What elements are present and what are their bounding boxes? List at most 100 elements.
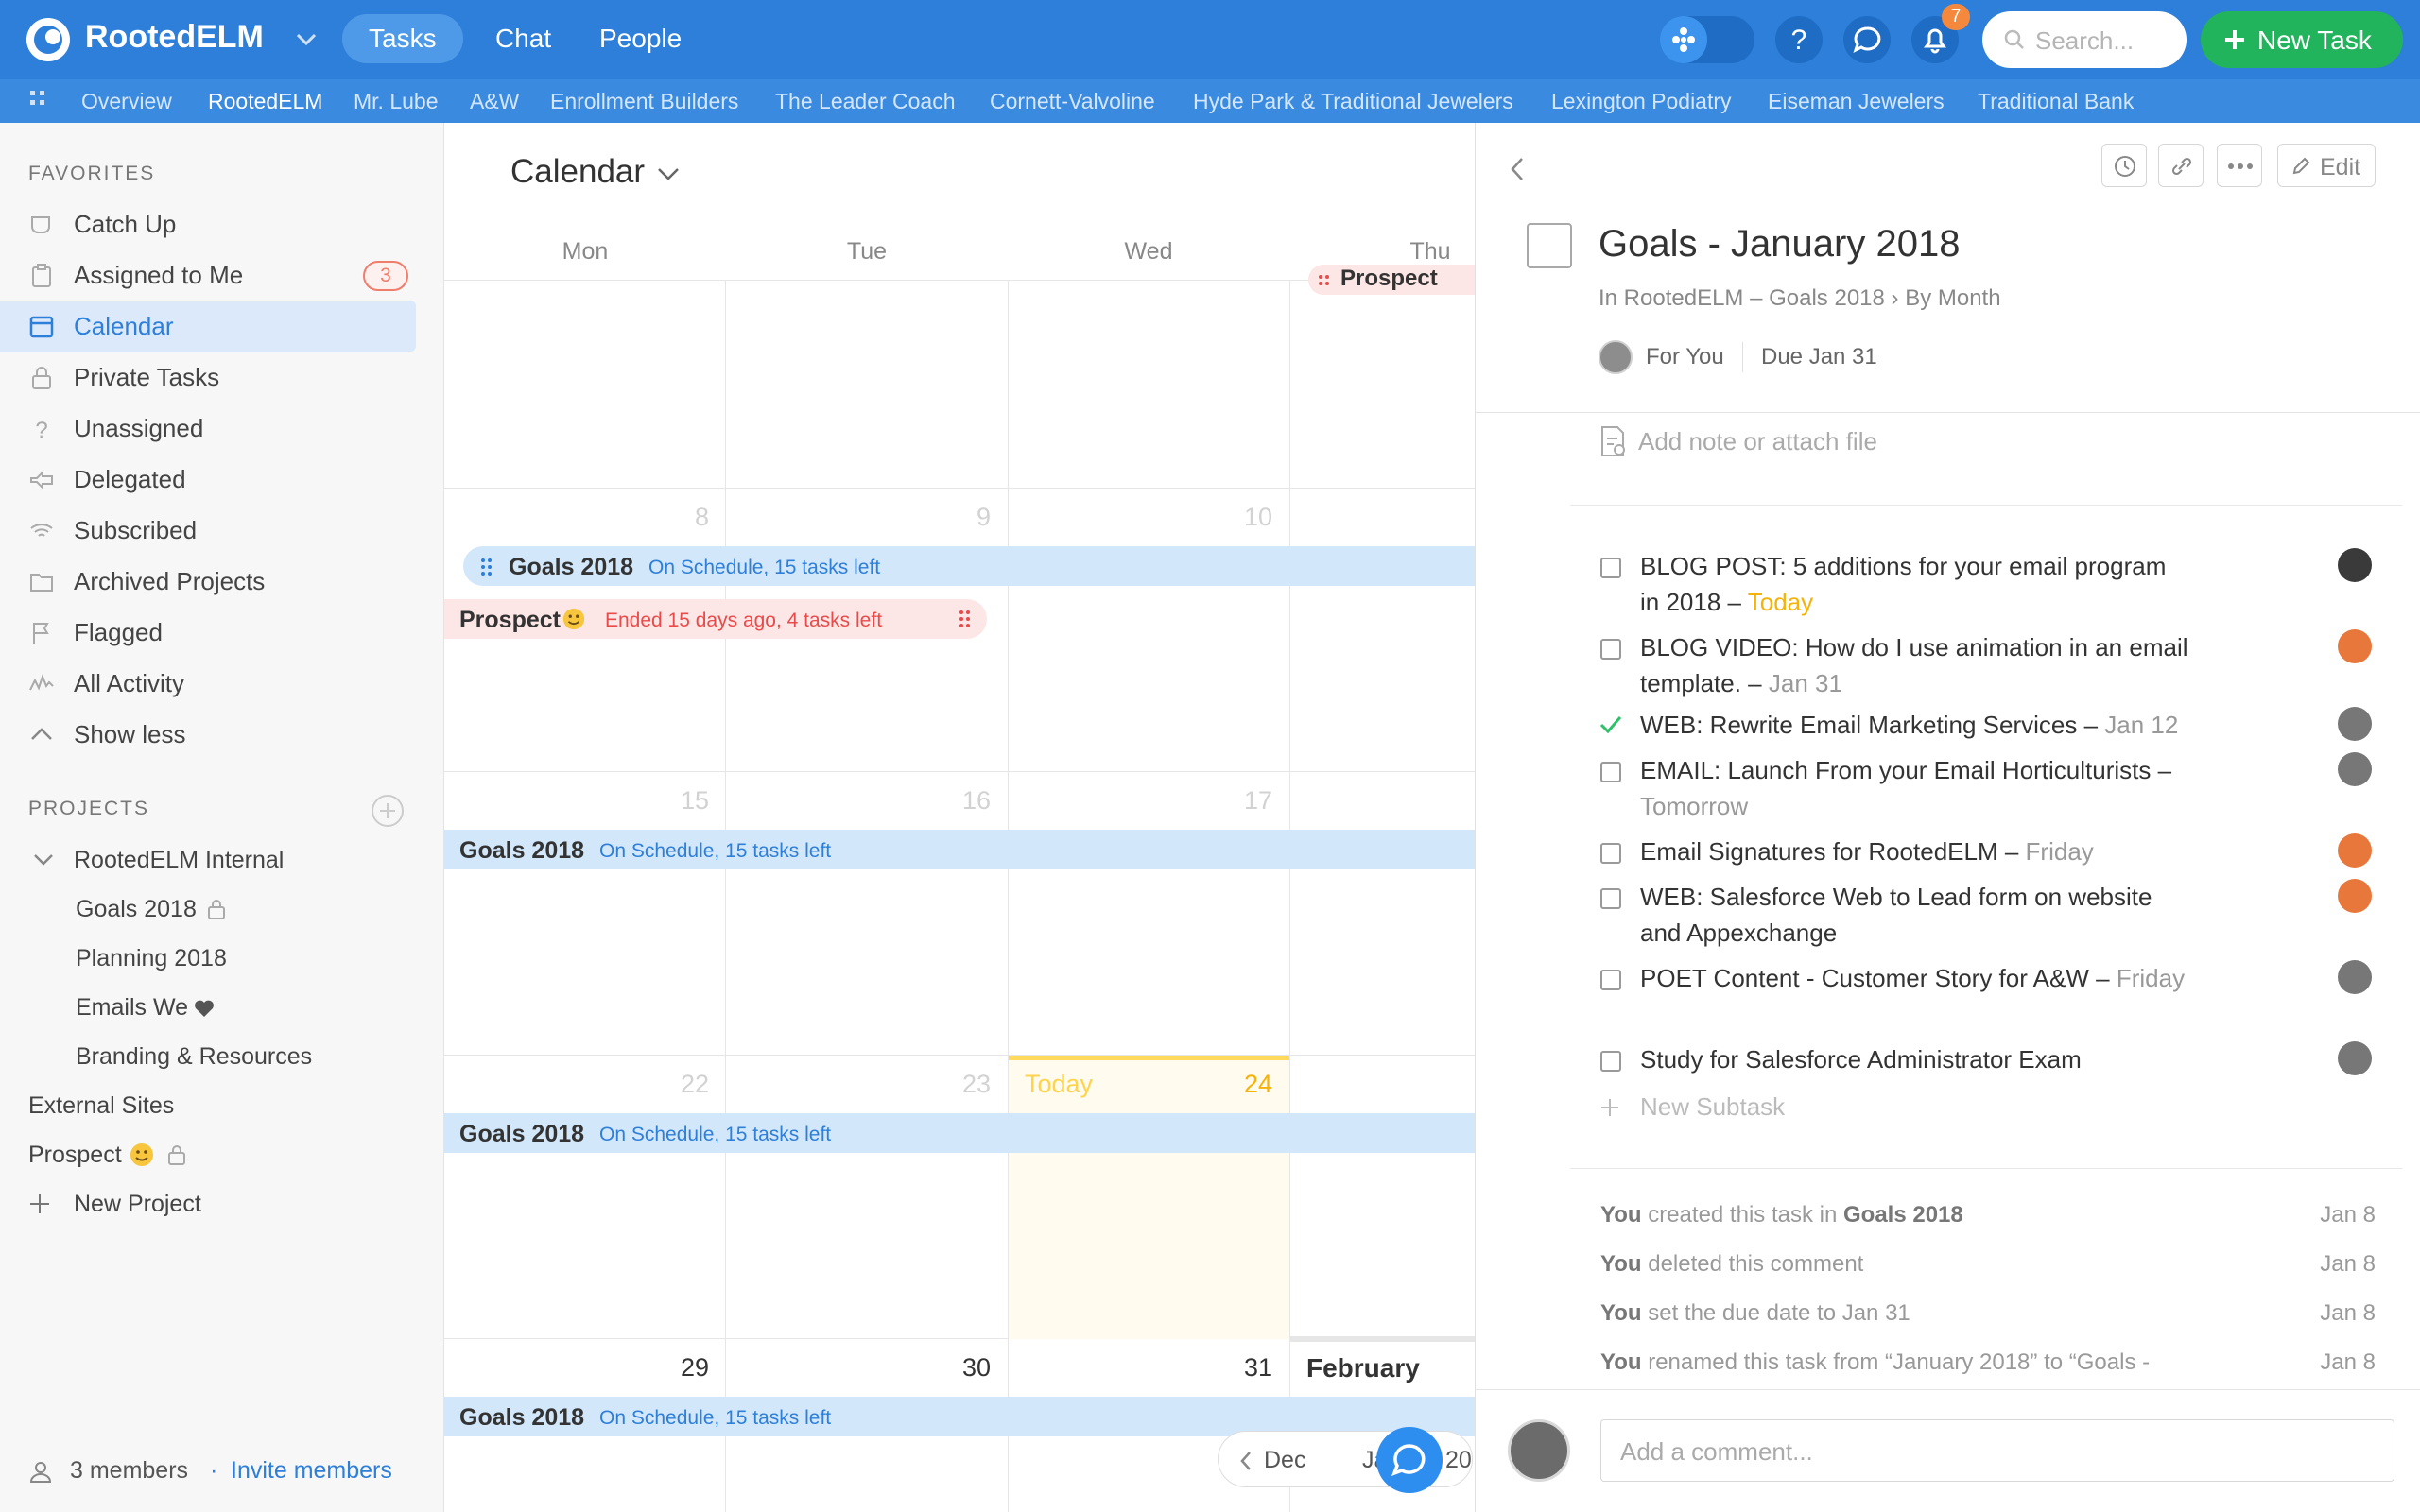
subtask-checkbox[interactable] [1600, 970, 1621, 990]
avatar[interactable] [1599, 340, 1633, 374]
project-tab-hyde-park[interactable]: Hyde Park & Traditional Jewelers [1193, 89, 1513, 114]
project-tab-mr-lube[interactable]: Mr. Lube [354, 89, 439, 114]
project-tab-rootedelm[interactable]: RootedELM [208, 89, 322, 114]
project-emails-we[interactable]: Emails We [76, 994, 188, 1022]
nav-tab-tasks[interactable]: Tasks [342, 14, 463, 63]
edit-button[interactable]: Edit [2277, 144, 2376, 187]
avatar[interactable] [2338, 548, 2372, 582]
day-number[interactable]: 17 [1197, 786, 1272, 816]
next-month-button[interactable]: 20 [1445, 1447, 1472, 1474]
chevron-left-icon[interactable] [1239, 1451, 1253, 1471]
activity-target[interactable]: Goals 2018 [1843, 1202, 1963, 1228]
day-number[interactable]: 23 [915, 1070, 991, 1099]
new-subtask-button[interactable]: New Subtask [1599, 1089, 1977, 1126]
subtask-checkbox[interactable] [1600, 888, 1621, 909]
avatar[interactable] [2338, 833, 2372, 868]
project-tab-aw[interactable]: A&W [470, 89, 519, 114]
project-group-rootedelm-internal[interactable]: RootedELM Internal [74, 847, 284, 874]
project-tab-overview[interactable]: Overview [81, 89, 172, 114]
chevron-down-icon[interactable] [656, 164, 681, 183]
back-chevron-icon[interactable] [1510, 157, 1525, 181]
invite-members-link[interactable]: Invite members [231, 1457, 392, 1485]
subtask-text[interactable]: BLOG POST: 5 additions for your email pr… [1640, 548, 2188, 620]
members-count[interactable]: 3 members [70, 1457, 188, 1485]
day-number[interactable]: 29 [633, 1353, 709, 1383]
sidebar-item-all-activity[interactable]: All Activity [0, 658, 416, 709]
project-tab-enrollment-builders[interactable]: Enrollment Builders [550, 89, 738, 114]
app-switcher-chevron-icon[interactable] [295, 30, 318, 49]
sidebar-item-delegated[interactable]: Delegated [0, 454, 416, 505]
avatar[interactable] [1508, 1419, 1570, 1482]
sidebar-item-calendar[interactable]: Calendar [0, 301, 416, 352]
subtask-checkbox[interactable] [1600, 1051, 1621, 1072]
more-options-button[interactable] [2217, 144, 2262, 187]
subtask-text[interactable]: WEB: Salesforce Web to Lead form on webs… [1640, 879, 2188, 951]
subtask-text[interactable]: Study for Salesforce Administrator Exam [1640, 1041, 2188, 1077]
avatar[interactable] [2338, 629, 2372, 663]
checkmark-icon[interactable] [1599, 714, 1623, 735]
sidebar-item-subscribed[interactable]: Subscribed [0, 505, 416, 556]
subtask-text[interactable]: BLOG VIDEO: How do I use animation in an… [1640, 629, 2188, 701]
sidebar-item-flagged[interactable]: Flagged [0, 607, 416, 658]
comment-input[interactable]: Add a comment... [1600, 1419, 2394, 1482]
new-project-button[interactable]: New Project [26, 1187, 272, 1225]
add-project-icon[interactable] [371, 794, 405, 828]
chat-bubble-icon[interactable] [1843, 16, 1891, 63]
day-number[interactable]: 9 [915, 503, 991, 532]
task-complete-checkbox[interactable] [1527, 223, 1572, 268]
history-button[interactable] [2101, 144, 2147, 187]
project-tab-cornett-valvoline[interactable]: Cornett-Valvoline [990, 89, 1155, 114]
day-number-today[interactable]: 24 [1197, 1070, 1272, 1099]
task-title[interactable]: Goals - January 2018 [1599, 223, 1960, 266]
day-number[interactable]: 22 [633, 1070, 709, 1099]
help-icon[interactable]: ? [1775, 16, 1823, 63]
goals-2018-event-bar[interactable]: Goals 2018 On Schedule, 15 tasks left [444, 1113, 1475, 1153]
project-tab-lexington-podiatry[interactable]: Lexington Podiatry [1551, 89, 1732, 114]
new-task-button[interactable]: New Task [2201, 11, 2403, 68]
app-logo-icon[interactable] [25, 16, 72, 63]
day-number[interactable]: 16 [915, 786, 991, 816]
project-tab-leader-coach[interactable]: The Leader Coach [775, 89, 956, 114]
copy-link-button[interactable] [2158, 144, 2204, 187]
sidebar-item-catch-up[interactable]: Catch Up [0, 198, 416, 249]
sidebar-item-private-tasks[interactable]: Private Tasks [0, 352, 416, 403]
project-goals-2018[interactable]: Goals 2018 [76, 896, 197, 923]
day-number[interactable]: 15 [633, 786, 709, 816]
goals-2018-event-bar[interactable]: Goals 2018 On Schedule, 15 tasks left [463, 546, 1475, 586]
project-branding-resources[interactable]: Branding & Resources [76, 1043, 312, 1071]
subtask-checkbox[interactable] [1600, 762, 1621, 782]
avatar[interactable] [2338, 960, 2372, 994]
prospect-event-chip[interactable]: Prospect [1308, 265, 1475, 295]
prospect-event-bar[interactable]: Prospect Ended 15 days ago, 4 tasks left [444, 599, 987, 639]
subtask-checkbox[interactable] [1600, 843, 1621, 864]
project-planning-2018[interactable]: Planning 2018 [76, 945, 227, 972]
day-number[interactable]: 10 [1197, 503, 1272, 532]
avatar[interactable] [2338, 752, 2372, 786]
subtask-checkbox[interactable] [1600, 639, 1621, 660]
breadcrumb[interactable]: In RootedELM – Goals 2018 › By Month [1599, 285, 2001, 312]
day-number[interactable]: 31 [1197, 1353, 1272, 1383]
nav-tab-people[interactable]: People [573, 14, 708, 63]
subtask-text[interactable]: Email Signatures for RootedELM – Friday [1640, 833, 2188, 869]
note-input[interactable]: Add note or attach file [1638, 427, 1877, 456]
search-input[interactable]: Search... [1982, 11, 2187, 68]
sidebar-item-assigned-to-me[interactable]: Assigned to Me 3 [0, 249, 416, 301]
calendar-title[interactable]: Calendar [510, 153, 645, 191]
subtask-text[interactable]: WEB: Rewrite Email Marketing Services – … [1640, 707, 2188, 743]
subtask-checkbox[interactable] [1600, 558, 1621, 578]
day-number[interactable]: 8 [633, 503, 709, 532]
sidebar-item-unassigned[interactable]: ? Unassigned [0, 403, 416, 454]
prev-month-button[interactable]: Dec [1264, 1447, 1305, 1474]
avatar[interactable] [2338, 707, 2372, 741]
goals-2018-event-bar[interactable]: Goals 2018 On Schedule, 15 tasks left [444, 830, 1475, 869]
project-tab-eiseman-jewelers[interactable]: Eiseman Jewelers [1768, 89, 1945, 114]
app-name[interactable]: RootedELM [85, 19, 264, 56]
sidebar-show-less[interactable]: Show less [0, 709, 416, 760]
project-external-sites[interactable]: External Sites [28, 1092, 174, 1120]
avatar[interactable] [2338, 1041, 2372, 1075]
sidebar-item-archived-projects[interactable]: Archived Projects [0, 556, 416, 607]
project-tab-traditional-bank[interactable]: Traditional Bank [1978, 89, 2134, 114]
nav-tab-chat[interactable]: Chat [469, 14, 578, 63]
assignee-label[interactable]: For You [1646, 344, 1724, 370]
focus-mode-toggle[interactable] [1660, 16, 1754, 63]
